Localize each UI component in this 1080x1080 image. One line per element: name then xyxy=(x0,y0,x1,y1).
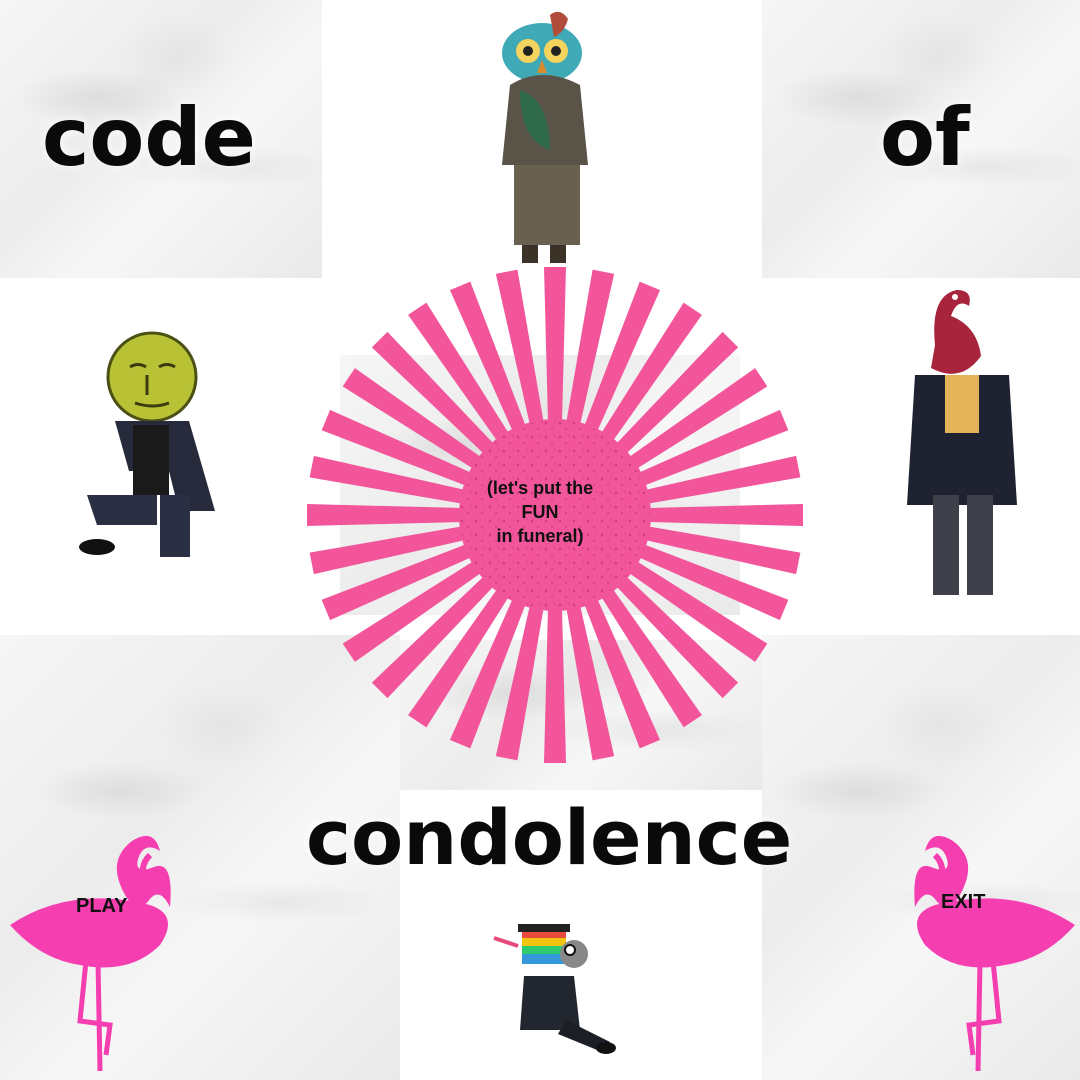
starburst-ray xyxy=(544,593,566,763)
play-button-label: PLAY xyxy=(76,895,128,917)
play-button[interactable]: PLAY xyxy=(0,825,200,1075)
flamingo-mask-icon xyxy=(931,290,981,374)
owl-mask-icon xyxy=(502,11,582,83)
title-word-of: of xyxy=(880,91,970,184)
flamingo-icon xyxy=(914,835,1075,1072)
starburst-ray xyxy=(544,267,566,437)
title-word-code: code xyxy=(42,91,256,184)
title-word-condolence: condolence xyxy=(306,793,793,882)
exit-button[interactable]: EXIT xyxy=(885,825,1080,1075)
starburst-ray xyxy=(633,504,803,526)
rainbow-graduate-mask-icon xyxy=(493,924,588,968)
moon-face-mask-icon xyxy=(106,331,198,423)
tagline: (let's put the FUN in funeral) xyxy=(440,476,640,548)
tagline-line-1: (let's put the xyxy=(486,478,594,498)
flamingo-head-figure xyxy=(907,290,1017,595)
flamingo-icon xyxy=(10,835,171,1072)
tagline-line-3: in funeral) xyxy=(496,526,584,546)
graduate-head-figure xyxy=(493,924,616,1054)
exit-button-label: EXIT xyxy=(941,891,986,913)
moon-head-figure xyxy=(79,331,215,557)
tagline-line-2: FUN xyxy=(521,502,559,522)
owl-head-figure xyxy=(502,11,588,263)
